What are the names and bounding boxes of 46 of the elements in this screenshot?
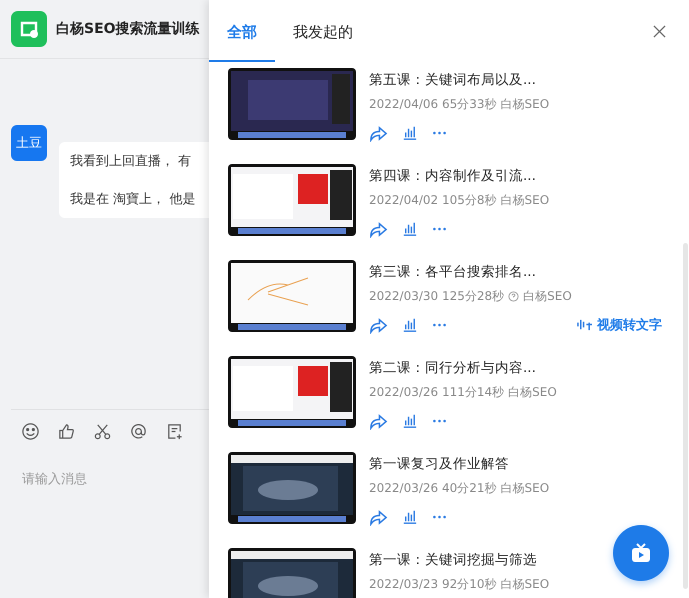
video-title[interactable]: 第一课复习及作业解答 [369,455,689,473]
video-title[interactable]: 第一课：关键词挖掘与筛选 [369,551,689,569]
tv-play-icon [629,541,653,565]
share-icon[interactable] [369,315,388,334]
share-icon[interactable] [369,123,388,142]
video-meta: 2022/03/30 125分28秒 [369,288,504,305]
more-icon[interactable] [431,130,448,136]
sound-wave-icon [576,317,593,332]
video-meta: 2022/03/23 92分10秒 [369,576,497,593]
video-meta: 2022/04/06 65分33秒 [369,96,497,113]
share-icon[interactable] [369,411,388,430]
more-icon[interactable] [431,322,448,328]
video-title[interactable]: 第五课：关键词布局以及... [369,71,689,89]
video-title[interactable]: 第三课：各平台搜索排名... [369,263,689,281]
scissors-icon[interactable] [93,422,112,441]
author-name: 白杨SEO [508,384,557,401]
author-name: 白杨SEO [500,192,550,209]
user-avatar: 土豆 [11,125,47,161]
mention-icon[interactable] [129,422,148,441]
video-title[interactable]: 第四课：内容制作及引流... [369,167,689,185]
author-name: 白杨SEO [500,576,550,593]
video-button[interactable] [613,525,669,581]
help-icon[interactable] [508,291,520,302]
share-icon[interactable] [369,507,388,526]
tab[interactable]: 我发起的 [275,23,371,62]
video-meta: 2022/04/02 105分8秒 [369,192,497,209]
group-icon [11,11,47,47]
message-text: 我看到上回直播， 有 [70,153,192,170]
tab[interactable]: 全部 [209,23,275,62]
video-meta: 2022/03/26 111分14秒 [369,384,504,401]
video-title[interactable]: 第二课：同行分析与内容... [369,359,689,377]
video-meta: 2022/03/26 40分21秒 [369,480,497,497]
message-text: 我是在 淘寶上， 他是 [70,191,196,208]
more-icon[interactable] [431,418,448,424]
share-icon[interactable] [369,219,388,238]
author-name: 白杨SEO [523,288,572,305]
author-name: 白杨SEO [500,480,550,497]
author-name: 白杨SEO [500,96,550,113]
thumbs-up-icon[interactable] [57,422,76,441]
chat-title: 白杨SEO搜索流量训练 [56,20,200,38]
close-icon[interactable] [653,25,666,38]
emoji-icon[interactable] [21,422,40,441]
more-icon[interactable] [431,514,448,520]
note-add-icon[interactable] [165,422,184,441]
transcribe-button[interactable]: 视频转文字 [576,316,662,334]
more-icon[interactable] [431,226,448,232]
